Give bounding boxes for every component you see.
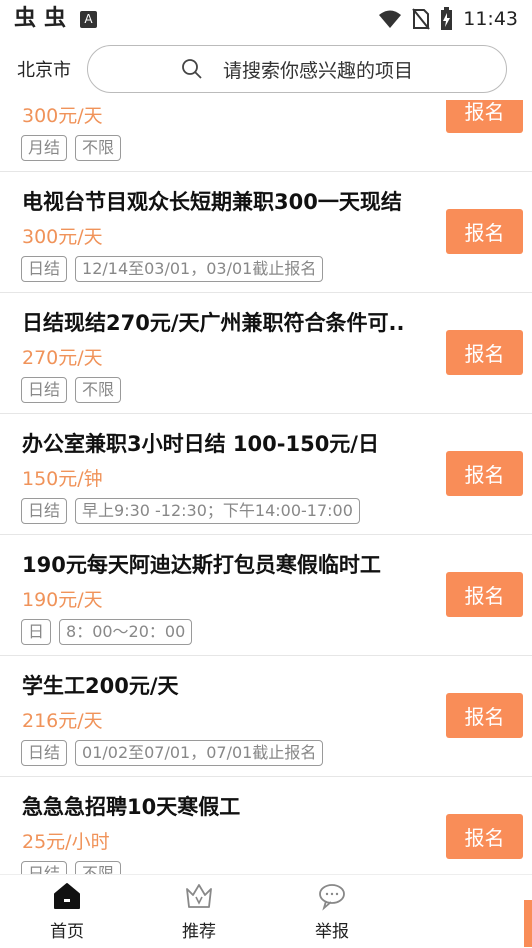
search-input[interactable]: 请搜索你感兴趣的项目 bbox=[87, 45, 507, 93]
job-salary: 270元/天 bbox=[22, 347, 103, 369]
job-tag: 日结 bbox=[21, 861, 68, 874]
job-title: 190元每天阿迪达斯打包员寒假临时工 bbox=[22, 553, 381, 577]
job-tag: 早上9:30 -12:30；下午14:00-17:00 bbox=[75, 498, 360, 524]
job-title: 学生工200元/天 bbox=[22, 674, 179, 698]
signup-button[interactable]: 报名 bbox=[446, 572, 523, 617]
job-item[interactable]: 日结现结270元/天广州兼职符合条件可.. 270元/天 日结 不限 报名 bbox=[0, 293, 532, 414]
signup-button[interactable]: 报名 bbox=[446, 814, 523, 859]
job-item[interactable]: 电视台节目观众长短期兼职300一天现结 300元/天 日结 12/14至03/0… bbox=[0, 172, 532, 293]
tab-home[interactable]: 首页 bbox=[17, 881, 117, 942]
chat-bubble-icon bbox=[319, 884, 345, 911]
job-tag: 日结 bbox=[21, 498, 68, 524]
job-tag: 日结 bbox=[21, 377, 68, 403]
city-selector[interactable]: 北京市 bbox=[17, 56, 79, 82]
top-header: 北京市 请搜索你感兴趣的项目 bbox=[0, 38, 532, 100]
job-salary: 216元/天 bbox=[22, 710, 103, 732]
job-salary: 300元/天 bbox=[22, 226, 103, 248]
tab-report[interactable]: 举报 bbox=[282, 881, 382, 942]
job-tag: 不限 bbox=[75, 135, 122, 161]
job-tags: 日结 12/14至03/01，03/01截止报名 bbox=[21, 256, 324, 282]
job-list[interactable]: 300元/天 月结 不限 报名 电视台节目观众长短期兼职300一天现结 300元… bbox=[0, 100, 532, 874]
job-item[interactable]: 办公室兼职3小时日结 100-150元/日 150元/钟 日结 早上9:30 -… bbox=[0, 414, 532, 535]
home-icon bbox=[54, 883, 80, 909]
status-bar-left: 虫 虫 A bbox=[14, 6, 98, 31]
job-tag: 日 bbox=[21, 619, 52, 645]
job-tags: 月结 不限 bbox=[21, 135, 122, 161]
job-tag: 8：00～20：00 bbox=[59, 619, 193, 645]
bug-icon: 虫 bbox=[44, 6, 67, 31]
signup-button[interactable]: 报名 bbox=[446, 100, 523, 133]
job-tag: 01/02至07/01，07/01截止报名 bbox=[75, 740, 324, 766]
tab-recommend[interactable]: 推荐 bbox=[149, 881, 249, 942]
signup-button[interactable]: 报名 bbox=[446, 693, 523, 738]
job-item[interactable]: 急急急招聘10天寒假工 25元/小时 日结 不限 报名 bbox=[0, 777, 532, 874]
signup-button[interactable]: 报名 bbox=[446, 330, 523, 375]
search-icon bbox=[182, 59, 202, 79]
edge-tab-handle[interactable] bbox=[524, 900, 532, 947]
job-salary: 300元/天 bbox=[22, 105, 103, 127]
no-sim-icon bbox=[412, 8, 431, 30]
bottom-tab-bar: 首页 推荐 举报 bbox=[0, 874, 532, 948]
job-title: 急急急招聘10天寒假工 bbox=[22, 795, 241, 819]
job-salary: 190元/天 bbox=[22, 589, 103, 611]
job-tag: 日结 bbox=[21, 740, 68, 766]
tab-label: 举报 bbox=[315, 922, 349, 942]
job-tags: 日结 01/02至07/01，07/01截止报名 bbox=[21, 740, 324, 766]
job-tags: 日结 不限 bbox=[21, 861, 122, 874]
job-item[interactable]: 300元/天 月结 不限 报名 bbox=[0, 100, 532, 172]
signup-button[interactable]: 报名 bbox=[446, 451, 523, 496]
job-tag: 12/14至03/01，03/01截止报名 bbox=[75, 256, 324, 282]
job-salary: 150元/钟 bbox=[22, 468, 103, 490]
job-item[interactable]: 学生工200元/天 216元/天 日结 01/02至07/01，07/01截止报… bbox=[0, 656, 532, 777]
status-bar: 虫 虫 A 11:43 bbox=[0, 0, 532, 38]
job-tags: 日 8：00～20：00 bbox=[21, 619, 193, 645]
job-tag: 不限 bbox=[75, 377, 122, 403]
crown-icon bbox=[186, 884, 212, 908]
wifi-icon bbox=[379, 10, 402, 28]
job-tags: 日结 不限 bbox=[21, 377, 122, 403]
job-tag: 月结 bbox=[21, 135, 68, 161]
status-bar-right: 11:43 bbox=[378, 7, 518, 31]
job-salary: 25元/小时 bbox=[22, 831, 110, 853]
bug-icon: 虫 bbox=[14, 6, 37, 31]
job-title: 日结现结270元/天广州兼职符合条件可.. bbox=[22, 311, 405, 335]
tab-label: 首页 bbox=[50, 922, 84, 942]
job-tags: 日结 早上9:30 -12:30；下午14:00-17:00 bbox=[21, 498, 360, 524]
tab-label: 推荐 bbox=[182, 922, 216, 942]
clock-time: 11:43 bbox=[463, 8, 518, 30]
search-placeholder: 请搜索你感兴趣的项目 bbox=[222, 59, 413, 82]
job-title: 电视台节目观众长短期兼职300一天现结 bbox=[22, 190, 402, 214]
job-item[interactable]: 190元每天阿迪达斯打包员寒假临时工 190元/天 日 8：00～20：00 报… bbox=[0, 535, 532, 656]
job-tag: 不限 bbox=[75, 861, 122, 874]
signup-button[interactable]: 报名 bbox=[446, 209, 523, 254]
job-title: 办公室兼职3小时日结 100-150元/日 bbox=[22, 432, 379, 456]
battery-charging-icon bbox=[441, 7, 453, 30]
a-icon: A bbox=[80, 10, 98, 28]
job-tag: 日结 bbox=[21, 256, 68, 282]
